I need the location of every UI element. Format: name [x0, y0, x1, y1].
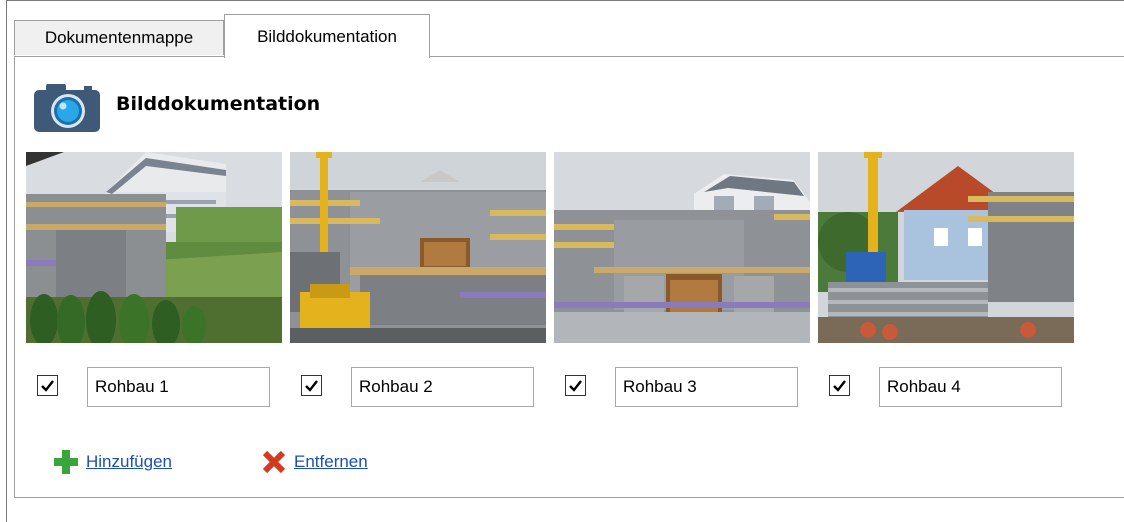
photo-checkbox[interactable] [829, 375, 850, 396]
photo-checkbox[interactable] [301, 375, 322, 396]
add-button[interactable]: Hinzufügen [52, 448, 172, 476]
plus-icon [54, 450, 78, 474]
photo-thumbnail[interactable] [554, 152, 810, 343]
photo-caption-input[interactable] [87, 367, 270, 407]
photo-caption-input[interactable] [615, 367, 798, 407]
tab-bilddokumentation[interactable]: Bilddokumentation [224, 14, 430, 58]
photo-thumbnail[interactable] [818, 152, 1074, 343]
photo-thumbnail[interactable] [290, 152, 546, 343]
photo-checkbox[interactable] [565, 375, 586, 396]
photo-caption-input[interactable] [879, 367, 1062, 407]
check-icon [41, 380, 54, 392]
check-icon [833, 380, 846, 392]
camera-icon [32, 82, 102, 134]
photo-thumbnail[interactable] [26, 152, 282, 343]
photo-checkbox[interactable] [37, 375, 58, 396]
check-icon [305, 380, 318, 392]
add-link[interactable]: Hinzufügen [86, 452, 172, 472]
photo-caption-input[interactable] [351, 367, 534, 407]
check-icon [569, 380, 582, 392]
section-title: Bilddokumentation [116, 93, 321, 115]
remove-button[interactable]: Entfernen [260, 448, 368, 476]
remove-link[interactable]: Entfernen [294, 452, 368, 472]
cross-icon [262, 450, 286, 474]
tab-dokumentenmappe[interactable]: Dokumentenmappe [14, 20, 224, 55]
